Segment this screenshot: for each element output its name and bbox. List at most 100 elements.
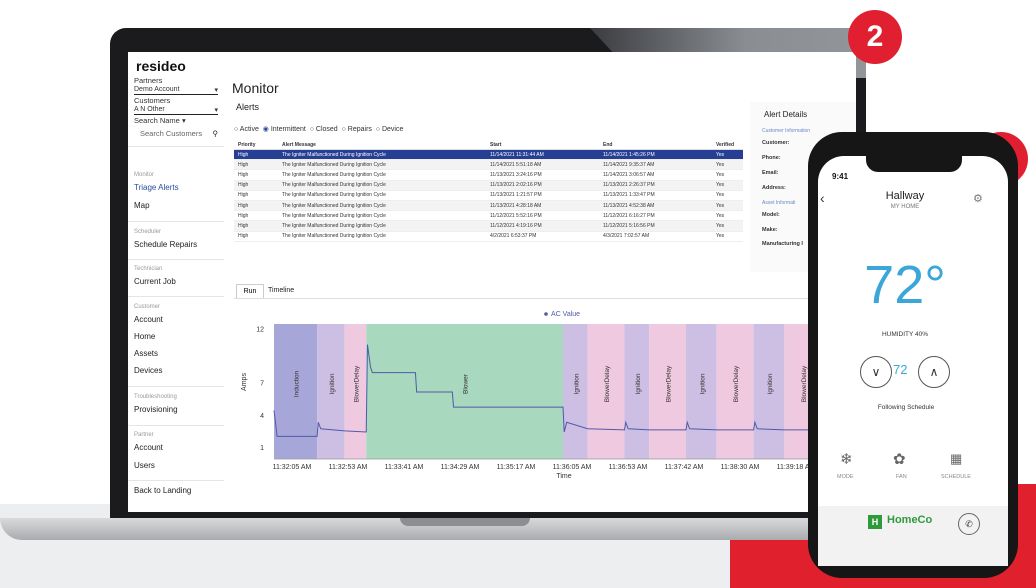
tab-run[interactable]: Run (236, 284, 264, 299)
troubleshooting-header: Troubleshooting (134, 394, 177, 400)
back-to-landing-link[interactable]: Back to Landing (134, 486, 191, 495)
x-axis-label: Time (556, 473, 571, 480)
y-tick-label: 7 (260, 380, 264, 387)
humidity-readout: HUMIDITY 40% (881, 331, 929, 338)
radio-device[interactable]: ○ Device (376, 126, 404, 133)
schedule-calendar-icon[interactable]: ▦ (950, 451, 962, 467)
increase-setpoint-button[interactable]: ∧ (918, 356, 950, 388)
x-tick-label: 11:32:05 AM (273, 464, 312, 471)
legend-label: AC Value (551, 311, 580, 318)
table-cell: High (234, 180, 278, 191)
table-row[interactable]: High The Igniter Malfunctioned During Ign… (234, 169, 743, 181)
divider (128, 221, 224, 222)
address-label: Address: (762, 185, 786, 191)
sidebar-item-schedule-repairs[interactable]: Schedule Repairs (134, 240, 197, 249)
table-cell: High (234, 190, 278, 201)
sidebar-item-triage-alerts[interactable]: Triage Alerts (134, 183, 179, 192)
alert-details-title: Alert Details (764, 110, 808, 119)
phone-label: Phone: (762, 155, 781, 161)
table-row[interactable]: High The Igniter Malfunctioned During Ign… (234, 210, 743, 222)
legend-marker (544, 312, 548, 316)
table-cell: The Igniter Malfunctioned During Ignitio… (278, 200, 486, 212)
table-row[interactable]: High The Igniter Malfunctioned During Ign… (234, 190, 743, 201)
radio-intermittent[interactable]: ◉ Intermittent (263, 126, 306, 133)
radio-active[interactable]: ○ Active (234, 126, 259, 133)
phase-label: BlowerDelay (733, 365, 740, 402)
mode-snowflake-icon[interactable]: ❄ (840, 450, 853, 468)
column-header[interactable]: Alert Message (278, 140, 486, 150)
column-header[interactable]: Verified (712, 140, 743, 150)
sidebar-item-home[interactable]: Home (134, 332, 155, 341)
customers-label: Customers (134, 96, 171, 105)
divider (128, 146, 224, 147)
x-tick-label: 11:36:53 AM (609, 464, 648, 471)
sidebar-item-current-job[interactable]: Current Job (134, 277, 176, 286)
tab-timeline[interactable]: Timeline (268, 284, 294, 298)
technician-header: Technician (134, 266, 163, 272)
decrease-setpoint-button[interactable]: ∨ (860, 356, 892, 388)
table-row[interactable]: High The Igniter Malfunctioned During Ign… (234, 180, 743, 191)
chevron-down-icon: ▾ (214, 87, 218, 94)
table-cell: The Igniter Malfunctioned During Ignitio… (278, 180, 486, 191)
sidebar-item-devices[interactable]: Devices (134, 366, 162, 375)
table-row[interactable]: High The Igniter Malfunctioned During Ign… (234, 231, 743, 242)
room-name: Hallway (885, 190, 925, 202)
radio-label: Device (381, 126, 404, 133)
radio-label: Closed (315, 126, 338, 133)
chevron-up-icon: ∧ (929, 365, 939, 379)
table-cell: Yes (712, 169, 743, 181)
table-cell: Yes (712, 180, 743, 191)
phase-label: Ignition (573, 373, 580, 394)
radio-repairs[interactable]: ○ Repairs (342, 126, 372, 133)
x-tick-label: 11:37:42 AM (665, 464, 704, 471)
column-header[interactable]: Start (486, 140, 599, 150)
partners-select[interactable]: Demo Account ▾ (134, 86, 218, 95)
search-customers-placeholder: Search Customers (140, 129, 203, 138)
customer-label: Customer: (762, 140, 790, 146)
make-label: Make: (762, 227, 778, 233)
run-chart: Induction Ignition BlowerDelay Blower Igniti… (241, 311, 853, 480)
search-customers-input[interactable]: Search Customers ⚲ (134, 129, 218, 138)
table-cell: The Igniter Malfunctioned During Ignitio… (278, 149, 486, 161)
table-cell: High (234, 169, 278, 181)
table-row[interactable]: High The Igniter Malfunctioned During Ign… (234, 149, 743, 161)
phase-label: BlowerDelay (666, 365, 673, 402)
y-axis-label: Amps (241, 373, 248, 391)
partners-label: Partners (134, 76, 163, 85)
table-cell: Yes (712, 159, 743, 171)
table-row[interactable]: High The Igniter Malfunctioned During Ign… (234, 159, 743, 171)
sidebar-item-users[interactable]: Users (134, 461, 155, 470)
fan-icon[interactable]: ✿ (893, 450, 906, 468)
column-header[interactable]: Priority (234, 140, 278, 150)
radio-label: Active (239, 126, 259, 133)
sidebar-item-map[interactable]: Map (134, 201, 150, 210)
radio-label: Repairs (347, 126, 372, 133)
radio-closed[interactable]: ○ Closed (310, 126, 338, 133)
column-header[interactable]: End (599, 140, 712, 150)
sidebar-item-assets[interactable]: Assets (134, 349, 158, 358)
divider (128, 259, 224, 260)
customers-select[interactable]: A N Other ▾ (134, 106, 218, 115)
sidebar-item-provisioning[interactable]: Provisioning (134, 405, 178, 414)
table-cell: High (234, 159, 278, 171)
table-cell: 11/13/2021 1:21:57 PM (486, 190, 599, 201)
monitor-header: Monitor (134, 172, 155, 178)
back-chevron-icon[interactable]: ‹ (820, 190, 825, 206)
call-button[interactable]: ✆ (958, 513, 980, 535)
settings-gear-icon[interactable]: ⚙ (973, 192, 983, 205)
sidebar-item-partner-account[interactable]: Account (134, 443, 163, 452)
brand-logo: resideo (136, 58, 186, 74)
phase-label: Ignition (699, 373, 706, 394)
phase-label: BlowerDelay (353, 365, 360, 402)
search-icon[interactable]: ⚲ (213, 129, 219, 138)
search-name-select[interactable]: Search Name ▾ (134, 116, 186, 125)
table-cell: The Igniter Malfunctioned During Ignitio… (278, 231, 486, 242)
divider (128, 296, 224, 297)
table-row[interactable]: High The Igniter Malfunctioned During Ign… (234, 220, 743, 232)
y-tick-label: 4 (260, 413, 264, 420)
customers-value: A N Other (134, 106, 165, 113)
table-row[interactable]: High The Igniter Malfunctioned During Ign… (234, 200, 743, 212)
table-cell: 11/14/2021 3:06:57 AM (599, 169, 712, 181)
x-tick-label: 11:33:41 AM (385, 464, 424, 471)
sidebar-item-account[interactable]: Account (134, 315, 163, 324)
